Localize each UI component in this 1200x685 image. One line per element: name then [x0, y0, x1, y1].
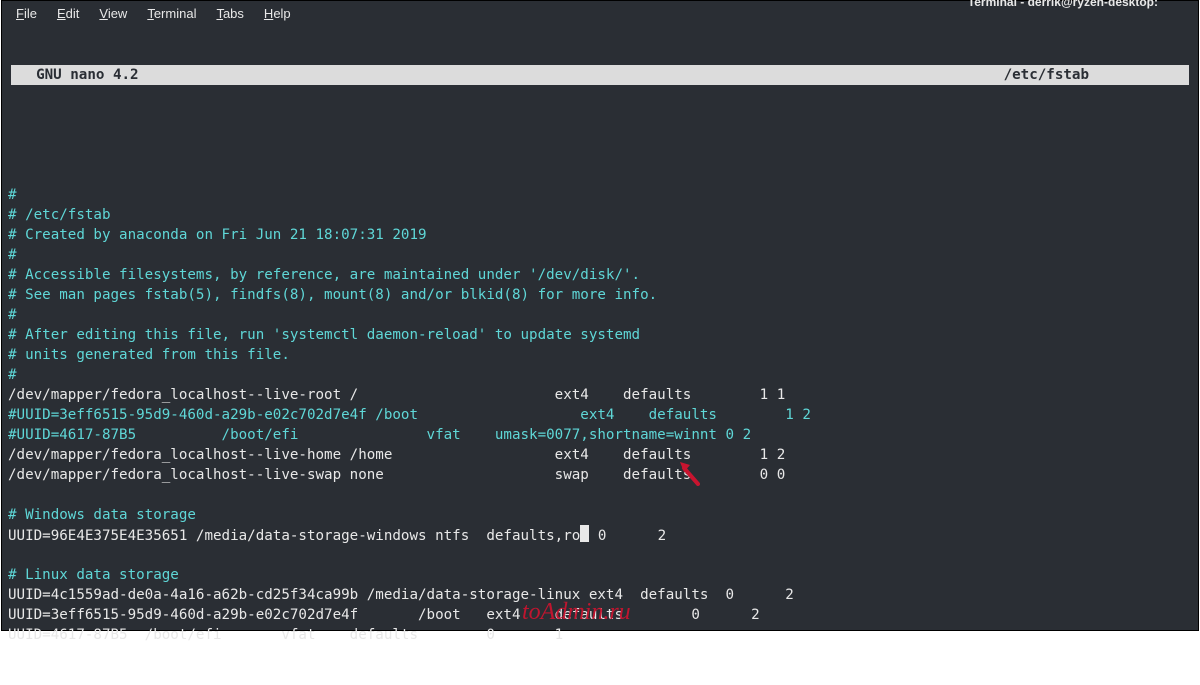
file-line: /dev/mapper/fedora_localhost--live-root … [8, 385, 1192, 405]
menu-terminal[interactable]: Terminal [139, 4, 204, 23]
line-text: /dev/mapper/fedora_localhost--live-swap … [8, 467, 785, 483]
menubar: File Edit View Terminal Tabs Help Termin… [2, 1, 1198, 25]
file-line [8, 545, 1192, 565]
file-line: #UUID=4617-87B5 /boot/efi vfat umask=007… [8, 425, 1192, 445]
file-line: UUID=96E4E375E4E35651 /media/data-storag… [8, 525, 1192, 545]
comment-text: #UUID=3eff6515-95d9-460d-a29b-e02c702d7e… [8, 407, 811, 423]
file-line: UUID=4617-87B5 /boot/efi vfat defaults 0… [8, 625, 1192, 645]
line-text: UUID=96E4E375E4E35651 /media/data-storag… [8, 528, 580, 544]
comment-text: # After editing this file, run 'systemct… [8, 327, 640, 343]
nano-file-name: /etc/fstab [1004, 65, 1189, 85]
comment-text: # See man pages fstab(5), findfs(8), mou… [8, 287, 657, 303]
file-line [8, 485, 1192, 505]
comment-text: # [8, 187, 17, 203]
comment-text: # Accessible filesystems, by reference, … [8, 267, 640, 283]
file-line: UUID=3eff6515-95d9-460d-a29b-e02c702d7e4… [8, 605, 1192, 625]
menu-help[interactable]: Help [256, 4, 299, 23]
file-line: # [8, 245, 1192, 265]
file-line: # After editing this file, run 'systemct… [8, 325, 1192, 345]
file-line: # See man pages fstab(5), findfs(8), mou… [8, 285, 1192, 305]
comment-text: # [8, 307, 17, 323]
file-line: # Created by anaconda on Fri Jun 21 18:0… [8, 225, 1192, 245]
line-text: UUID=4617-87B5 /boot/efi vfat defaults 0… [8, 627, 563, 643]
comment-text: # Linux data storage [8, 567, 179, 583]
comment-text: #UUID=4617-87B5 /boot/efi vfat umask=007… [8, 427, 751, 443]
text-cursor [580, 525, 589, 542]
menu-edit[interactable]: Edit [49, 4, 87, 23]
terminal-body[interactable]: GNU nano 4.2 /etc/fstab # # /etc/fstab # C… [2, 25, 1198, 630]
menu-tabs[interactable]: Tabs [208, 4, 251, 23]
file-line: UUID=4c1559ad-de0a-4a16-a62b-cd25f34ca99… [8, 585, 1192, 605]
file-line: # [8, 305, 1192, 325]
file-line: # Windows data storage [8, 505, 1192, 525]
file-line: # Linux data storage [8, 565, 1192, 585]
file-line: # [8, 185, 1192, 205]
line-text: UUID=4c1559ad-de0a-4a16-a62b-cd25f34ca99… [8, 587, 794, 603]
file-line: # units generated from this file. [8, 345, 1192, 365]
line-text: /dev/mapper/fedora_localhost--live-home … [8, 447, 785, 463]
comment-text: # [8, 247, 17, 263]
line-text: UUID=3eff6515-95d9-460d-a29b-e02c702d7e4… [8, 607, 760, 623]
menu-view[interactable]: View [91, 4, 135, 23]
file-line: #UUID=3eff6515-95d9-460d-a29b-e02c702d7e… [8, 405, 1192, 425]
line-text: /dev/mapper/fedora_localhost--live-root … [8, 387, 785, 403]
file-content[interactable]: # # /etc/fstab # Created by anaconda on Fr… [2, 185, 1198, 645]
file-line: /dev/mapper/fedora_localhost--live-home … [8, 445, 1192, 465]
comment-text: # units generated from this file. [8, 347, 290, 363]
line-text: 0 2 [589, 528, 666, 544]
window-title: Terminal - derrik@ryzen-desktop: [968, 0, 1198, 9]
comment-text: # Created by anaconda on Fri Jun 21 18:0… [8, 227, 427, 243]
menu-file[interactable]: File [8, 4, 45, 23]
file-line: # Accessible filesystems, by reference, … [8, 265, 1192, 285]
file-line: # /etc/fstab [8, 205, 1192, 225]
comment-text: # [8, 367, 17, 383]
comment-text: # /etc/fstab [8, 207, 111, 223]
file-line: /dev/mapper/fedora_localhost--live-swap … [8, 465, 1192, 485]
terminal-window: File Edit View Terminal Tabs Help Termin… [1, 0, 1199, 631]
file-line: # [8, 365, 1192, 385]
nano-app-name: GNU nano 4.2 [11, 65, 139, 85]
comment-text: # Windows data storage [8, 507, 196, 523]
nano-title-bar: GNU nano 4.2 /etc/fstab [11, 65, 1189, 85]
